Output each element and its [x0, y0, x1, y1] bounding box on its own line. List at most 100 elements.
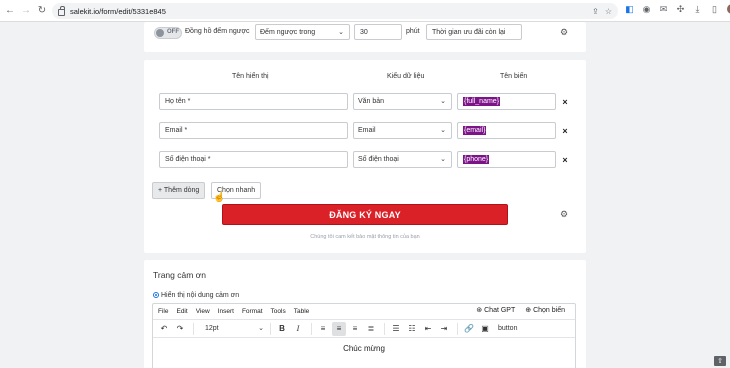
- share-icon[interactable]: ⇪: [592, 7, 599, 16]
- chevron-down-icon: ⌄: [440, 156, 446, 163]
- field-display-name-input[interactable]: Số điện thoại *: [159, 151, 348, 168]
- menu-insert[interactable]: Insert: [218, 308, 234, 315]
- chevron-down-icon: ⌄: [440, 127, 446, 134]
- add-row-button[interactable]: + Thêm dòng: [152, 182, 206, 199]
- bullet-list-icon[interactable]: ☰: [389, 322, 403, 336]
- field-data-type: Số điện thoại: [358, 156, 399, 163]
- register-cta-button[interactable]: ĐĂNG KÝ NGAY: [222, 204, 508, 225]
- toolbar-divider: [270, 322, 271, 335]
- download-icon[interactable]: ⤓: [693, 4, 702, 14]
- align-right-icon[interactable]: ≡: [348, 322, 362, 336]
- countdown-minutes-input[interactable]: 30: [354, 24, 402, 40]
- font-size-select[interactable]: 12pt ⌄: [202, 322, 266, 336]
- toolbar-divider: [193, 322, 194, 335]
- countdown-label: Đồng hồ đếm ngược: [185, 28, 250, 35]
- countdown-message-input[interactable]: Thời gian ưu đãi còn lại: [426, 24, 522, 40]
- rich-text-editor[interactable]: File Edit View Insert Format Tools Table…: [152, 303, 576, 368]
- editor-toolbar: ↶ ↷ 12pt ⌄ B I ≡ ≡ ≡ ≣ ☰ ☷ ⇤ ⇥ 🔗 ▣ butto…: [153, 320, 575, 338]
- undo-icon[interactable]: ↶: [157, 322, 171, 336]
- countdown-minutes-value: 30: [360, 28, 368, 36]
- field-display-name-input[interactable]: Email *: [159, 122, 348, 139]
- browser-toolbar: ← → ↻ salekit.io/form/edit/5331e845 ⇪ ☆ …: [0, 0, 730, 22]
- outdent-icon[interactable]: ⇤: [421, 322, 435, 336]
- address-bar[interactable]: salekit.io/form/edit/5331e845 ⇪ ☆: [52, 3, 618, 19]
- field-display-name: Số điện thoại *: [165, 156, 211, 163]
- menu-edit[interactable]: Edit: [176, 308, 187, 315]
- gear-icon[interactable]: ⚙: [559, 27, 569, 37]
- button-insert[interactable]: button: [498, 325, 517, 332]
- field-variable-input[interactable]: {email}: [457, 122, 556, 139]
- thank-you-card: Trang cảm ơn Hiển thị nội dung cảm ơn Fi…: [144, 260, 586, 368]
- form-fields-card: Tên hiển thị Kiểu dữ liệu Tên biến Họ tê…: [144, 60, 586, 253]
- font-size-value: 12pt: [205, 325, 219, 332]
- lock-icon: [58, 5, 65, 16]
- bookmark-star-icon[interactable]: ☆: [605, 7, 612, 16]
- countdown-mode-value: Đếm ngược trong: [260, 28, 316, 36]
- menu-table[interactable]: Table: [294, 308, 310, 315]
- chevron-down-icon: ⌄: [440, 98, 446, 105]
- field-variable-input[interactable]: {full_name}: [457, 93, 556, 110]
- field-data-type-select[interactable]: Văn bản ⌄: [353, 93, 452, 110]
- menu-file[interactable]: File: [158, 308, 168, 315]
- column-header-display-name: Tên hiển thị: [232, 73, 269, 80]
- forward-icon[interactable]: →: [20, 5, 32, 17]
- image-icon[interactable]: ▣: [478, 322, 492, 336]
- column-header-variable: Tên biến: [500, 73, 528, 80]
- field-variable: {full_name}: [463, 97, 501, 106]
- field-display-name: Họ tên *: [165, 98, 191, 105]
- chat-gpt-button[interactable]: ⊛ Chat GPT: [476, 306, 515, 314]
- camera-extension-icon[interactable]: ◉: [642, 4, 651, 14]
- remove-row-icon[interactable]: ×: [561, 127, 569, 136]
- puzzle-icon[interactable]: ✣: [676, 4, 685, 14]
- countdown-toggle[interactable]: OFF: [154, 27, 182, 39]
- show-thank-you-label: Hiển thị nội dung cảm ơn: [161, 292, 240, 299]
- align-justify-icon[interactable]: ≣: [364, 322, 378, 336]
- align-left-icon[interactable]: ≡: [316, 322, 330, 336]
- privacy-note: Chúng tôi cam kết bảo mật thông tin của …: [310, 234, 420, 240]
- editor-content[interactable]: Chúc mừng: [153, 344, 575, 353]
- field-data-type: Văn bản: [358, 98, 385, 105]
- field-data-type-select[interactable]: Số điện thoại ⌄: [353, 151, 452, 168]
- bold-icon[interactable]: B: [275, 322, 289, 336]
- choose-variable-button[interactable]: ⊕ Chọn biến: [525, 306, 565, 314]
- minutes-unit-label: phút: [406, 28, 420, 35]
- side-panel-icon[interactable]: ▯: [710, 4, 719, 14]
- numbered-list-icon[interactable]: ☷: [405, 322, 419, 336]
- reload-icon[interactable]: ↻: [36, 5, 48, 17]
- redo-icon[interactable]: ↷: [173, 322, 187, 336]
- field-display-name: Email *: [165, 127, 188, 134]
- variable-icon: ⊕: [525, 307, 532, 314]
- countdown-mode-select[interactable]: Đếm ngược trong ⌄: [255, 24, 350, 40]
- toggle-knob: [156, 29, 164, 37]
- remove-row-icon[interactable]: ×: [561, 156, 569, 165]
- extension-icon[interactable]: ◧: [625, 4, 634, 14]
- menu-view[interactable]: View: [196, 308, 210, 315]
- toggle-state-text: OFF: [167, 29, 179, 35]
- link-icon[interactable]: 🔗: [462, 322, 476, 336]
- italic-icon[interactable]: I: [291, 322, 305, 336]
- field-data-type: Email: [358, 127, 376, 134]
- countdown-message-value: Thời gian ưu đãi còn lại: [432, 28, 506, 36]
- url-text: salekit.io/form/edit/5331e845: [70, 6, 166, 16]
- field-variable: {phone}: [463, 155, 490, 164]
- toolbar-divider: [384, 322, 385, 335]
- gear-icon[interactable]: ⚙: [559, 209, 569, 219]
- indent-icon[interactable]: ⇥: [437, 322, 451, 336]
- menu-format[interactable]: Format: [242, 308, 263, 315]
- remove-row-icon[interactable]: ×: [561, 98, 569, 107]
- field-display-name-input[interactable]: Họ tên *: [159, 93, 348, 110]
- show-thank-you-radio[interactable]: [153, 292, 159, 298]
- align-center-icon[interactable]: ≡: [332, 321, 346, 336]
- column-header-data-type: Kiểu dữ liệu: [387, 73, 425, 80]
- thank-you-title: Trang cảm ơn: [153, 270, 206, 280]
- menu-tools[interactable]: Tools: [271, 308, 286, 315]
- choose-variable-label: Chọn biến: [533, 307, 565, 314]
- countdown-card: OFF Đồng hồ đếm ngược Đếm ngược trong ⌄ …: [144, 22, 586, 52]
- chevron-down-icon: ⌄: [258, 324, 264, 332]
- scroll-to-top-button[interactable]: ⇧: [714, 356, 726, 366]
- back-icon[interactable]: ←: [4, 5, 16, 17]
- field-variable-input[interactable]: {phone}: [457, 151, 556, 168]
- mail-extension-icon[interactable]: ✉: [659, 4, 668, 14]
- field-data-type-select[interactable]: Email ⌄: [353, 122, 452, 139]
- chat-gpt-label: Chat GPT: [484, 307, 516, 314]
